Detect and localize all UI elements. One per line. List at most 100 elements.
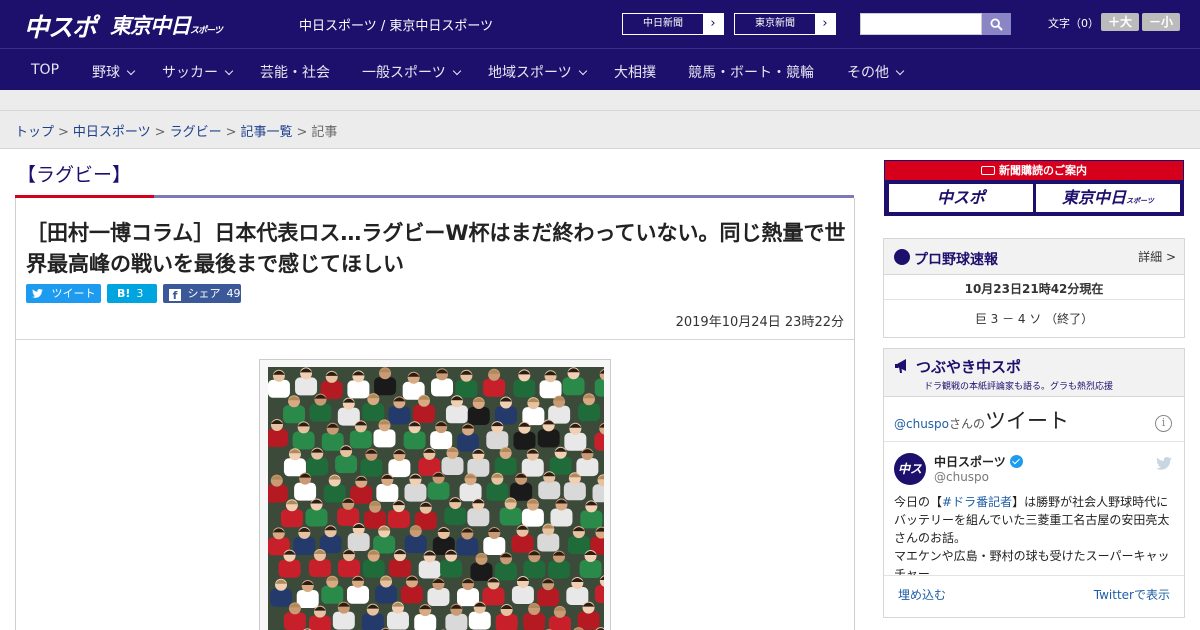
facebook-icon: f [169, 289, 181, 302]
nav-item-label: TOP [31, 62, 60, 78]
nav-item-regional-sports[interactable]: 地域スポーツ [488, 62, 587, 82]
chevron-down-icon [895, 66, 905, 76]
breadcrumb-separator: > [154, 125, 166, 140]
divider [884, 441, 1184, 442]
facebook-share-button[interactable]: f シェア 49 [163, 284, 241, 303]
nav-item-label: 大相撲 [614, 65, 656, 81]
article-photo[interactable] [268, 367, 604, 630]
tokyo-chunichi-logo-text: 東京中日 [110, 14, 191, 38]
verified-badge-icon [1009, 455, 1023, 468]
baseball-scores-title: プロ野球速報 [914, 252, 998, 268]
twitter-widget-title: つぶやき中スポ [916, 358, 1022, 376]
subscribe-tokyo-chunichi-button[interactable]: 東京中日スポーツ [1036, 184, 1180, 212]
nav-item-top[interactable]: TOP [31, 62, 59, 78]
baseball-scores-header: プロ野球速報 詳細 > [884, 239, 1184, 275]
nav-item-racing[interactable]: 競馬・ボート・競輪 [688, 62, 814, 82]
baseball-icon [894, 249, 910, 265]
nav-item-label: 野球 [92, 65, 120, 81]
chevron-down-icon [126, 66, 136, 76]
baseball-score-line[interactable]: 巨 3 － 4 ソ （終了） [884, 310, 1184, 327]
subscription-banner[interactable]: 新聞購読のご案内 中スポ 東京中日スポーツ [884, 160, 1184, 216]
baseball-detail-link[interactable]: 詳細 > [1138, 248, 1176, 265]
tokyo-shimbun-label: 東京新聞 [735, 14, 815, 34]
nav-item-general-sports[interactable]: 一般スポーツ [362, 62, 461, 82]
facebook-share-label: シェア [187, 287, 221, 300]
article: ［田村一博コラム］日本代表ロス…ラグビーW杯はまだ終わっていない。同じ熱量で世界… [15, 198, 855, 630]
twitter-timeline-heading: @chuspoさんのツイート [894, 405, 1069, 435]
divider [884, 299, 1184, 300]
tokyo-shimbun-button[interactable]: 東京新聞 › [734, 13, 836, 35]
twitter-widget-subtitle: ドラ観戦の本紙評論家も語る。グラも熱烈応援 [924, 382, 1114, 392]
nav-item-label: 地域スポーツ [488, 65, 572, 81]
hatena-count: 3 [136, 287, 144, 300]
tokyo-chunichi-logo-small: スポーツ [190, 26, 223, 36]
nav-item-entertainment[interactable]: 芸能・社会 [260, 62, 330, 82]
chuspo-logo[interactable]: 中スポ [24, 8, 97, 42]
tweet-user-handle[interactable]: @chuspo [934, 470, 989, 484]
baseball-updated-time: 10月23日21時42分現在 [964, 282, 1104, 296]
tweet-label: ツイート [51, 287, 96, 300]
chevron-right-icon: › [710, 16, 716, 31]
breadcrumb: トップ > 中日スポーツ > ラグビー > 記事一覧 > 記事 [15, 121, 337, 140]
avatar[interactable]: 中スポ [894, 453, 926, 508]
subscription-banner-title: 新聞購読のご案内 [885, 161, 1183, 180]
twitter-widget: つぶやき中スポ ドラ観戦の本紙評論家も語る。グラも熱烈応援 @chuspoさんの… [883, 348, 1185, 618]
view-on-twitter-link[interactable]: Twitterで表示 [1094, 586, 1170, 603]
breadcrumb-separator: > [225, 125, 237, 140]
chevron-down-icon [224, 66, 234, 76]
twitter-handle-link[interactable]: @chuspo [894, 417, 949, 431]
hatena-bookmark-button[interactable]: B! 3 [107, 284, 157, 303]
breadcrumb-top[interactable]: トップ [15, 125, 54, 140]
nav-item-label: サッカー [162, 65, 218, 81]
search-icon [990, 18, 1003, 31]
tokyo-chunichi-logo[interactable]: 東京中日スポーツ [110, 10, 223, 40]
megaphone-icon [895, 359, 906, 373]
breadcrumb-separator: > [296, 125, 308, 140]
nav-item-sumo[interactable]: 大相撲 [614, 62, 656, 82]
nav-item-other[interactable]: その他 [847, 62, 905, 82]
chevron-down-icon [578, 66, 587, 76]
breadcrumb-chunichi-sports[interactable]: 中日スポーツ [73, 125, 151, 140]
tweet-button[interactable]: ツイート [26, 284, 101, 303]
tweet-user-name-text: 中日スポーツ [934, 455, 1006, 469]
nav-item-baseball[interactable]: 野球 [92, 62, 136, 82]
subscription-banner-text: 新聞購読のご案内 [999, 164, 1087, 177]
embed-link[interactable]: 埋め込む [898, 586, 946, 603]
chunichi-shimbun-button[interactable]: 中日新聞 › [622, 13, 724, 35]
tweet-text-line2: マエケンや広島・野村の球も受けたスーパーキャッチャー [894, 549, 1170, 575]
nav-item-label: 競馬・ボート・競輪 [688, 65, 814, 81]
twitter-bird-icon [32, 289, 43, 298]
chevron-down-icon [452, 66, 461, 76]
twitter-handle-suffix: さんの [949, 417, 986, 431]
font-smaller-button[interactable]: －小 [1142, 13, 1180, 31]
header-spacer [0, 90, 1200, 111]
hatena-bookmark-icon: B! [117, 287, 131, 300]
subscribe-tokyo-chunichi-small: スポーツ [1126, 197, 1154, 205]
twitter-bird-icon[interactable] [1156, 457, 1172, 470]
article-date: 2019年10月24日 23時22分 [675, 315, 844, 330]
twitter-widget-header: つぶやき中スポ ドラ観戦の本紙評論家も語る。グラも熱烈応援 [884, 349, 1184, 397]
chunichi-shimbun-label: 中日新聞 [623, 14, 703, 34]
subscribe-tokyo-chunichi-label: 東京中日 [1062, 188, 1127, 207]
font-larger-button[interactable]: ＋大 [1101, 13, 1139, 31]
breadcrumb-current: 記事 [311, 125, 338, 140]
tweet-user-name[interactable]: 中日スポーツ [934, 453, 1023, 470]
nav-item-label: 芸能・社会 [260, 65, 330, 81]
twitter-timeline-heading-big: ツイート [985, 409, 1070, 433]
divider [884, 575, 1184, 576]
search-input[interactable] [860, 13, 982, 35]
breadcrumb-article-list[interactable]: 記事一覧 [241, 125, 293, 140]
breadcrumb-rugby[interactable]: ラグビー [170, 125, 222, 140]
nav-item-soccer[interactable]: サッカー [162, 62, 234, 82]
article-header-divider [16, 339, 854, 340]
tweet-text: 今日の【#ドラ番記者】は勝野が社会人野球時代にバッテリーを組んでいた三菱重工名古… [894, 493, 1176, 575]
chevron-right-icon: › [822, 16, 828, 31]
site-links[interactable]: 中日スポーツ / 東京中日スポーツ [299, 15, 493, 34]
search-button[interactable] [982, 13, 1011, 35]
article-title: ［田村一博コラム］日本代表ロス…ラグビーW杯はまだ終わっていない。同じ熱量で世界… [26, 221, 846, 276]
subscribe-chuspo-button[interactable]: 中スポ [889, 184, 1033, 212]
font-size-label: 文字（0） [1048, 17, 1099, 30]
facebook-count: 49 [226, 287, 241, 300]
tweet-hashtag[interactable]: #ドラ番記者 [942, 495, 1012, 509]
info-icon[interactable]: i [1155, 415, 1172, 432]
